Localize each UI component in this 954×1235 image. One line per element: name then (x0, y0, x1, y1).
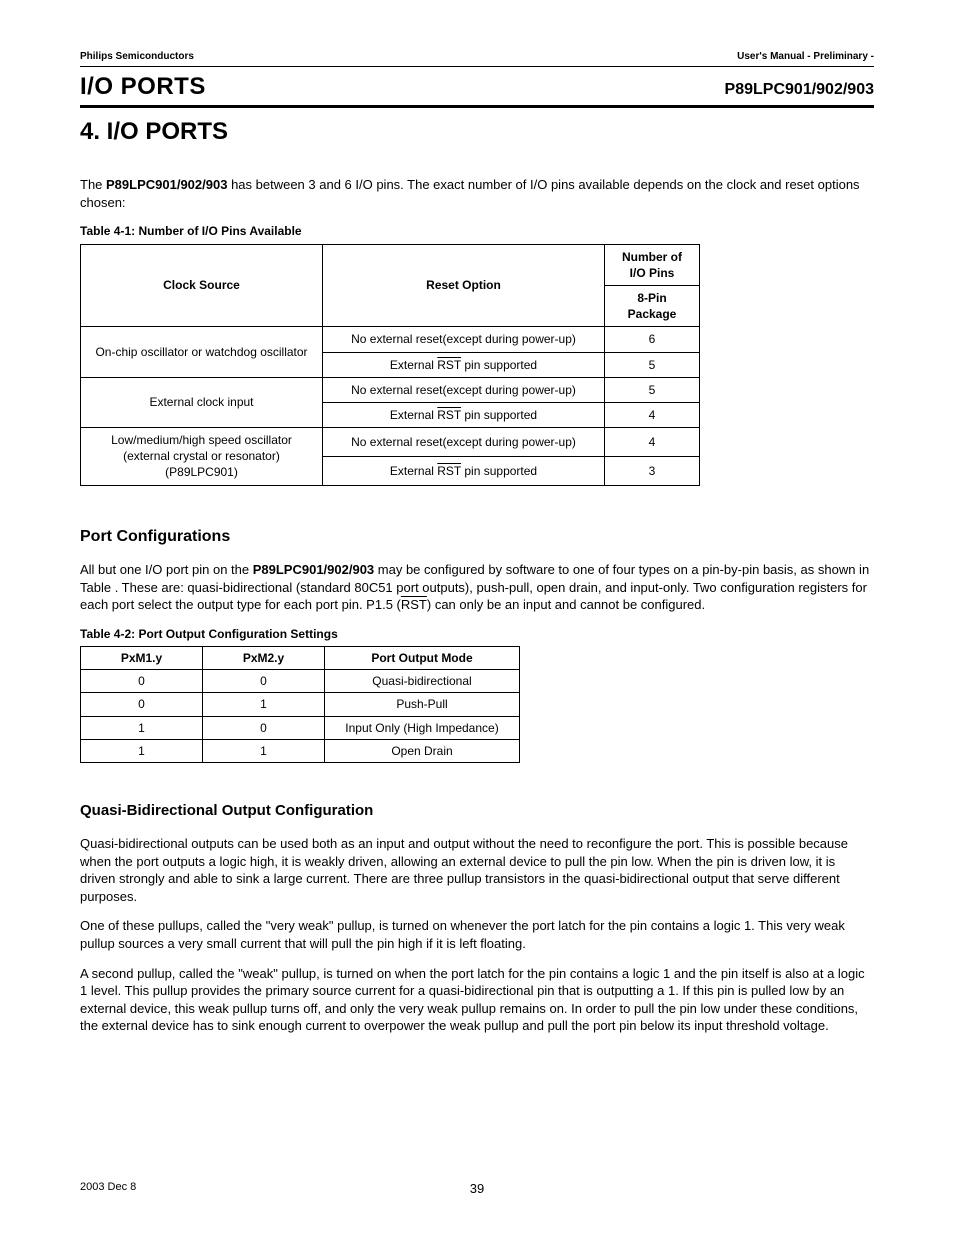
th-clock-source: Clock Source (81, 244, 323, 327)
td-reset-1a: No external reset(except during power-up… (323, 327, 605, 352)
table-2-caption: Table 4-2: Port Output Configuration Set… (80, 626, 874, 642)
table-1-caption: Table 4-1: Number of I/O Pins Available (80, 223, 874, 239)
running-header: Philips Semiconductors User's Manual - P… (80, 50, 874, 64)
table-1: Clock Source Reset Option Number of I/O … (80, 244, 700, 486)
td-reset-2a: No external reset(except during power-up… (323, 377, 605, 402)
td-pins-2a: 5 (605, 377, 700, 402)
header-rule (80, 66, 874, 67)
th-num-io: Number of I/O Pins (605, 244, 700, 285)
chapter-title: 4. I/O PORTS (80, 116, 874, 148)
quasi-p1: Quasi-bidirectional outputs can be used … (80, 835, 874, 905)
section-title: I/O PORTS (80, 71, 206, 103)
header-company: Philips Semiconductors (80, 50, 194, 64)
quasi-p3: A second pullup, called the "weak" pullu… (80, 965, 874, 1035)
td-reset-1b: External RST pin supported (323, 352, 605, 377)
table-row: 0 1 Push-Pull (81, 693, 520, 716)
td-reset-3a: No external reset(except during power-up… (323, 428, 605, 457)
port-config-paragraph: All but one I/O port pin on the P89LPC90… (80, 561, 874, 614)
port-config-heading: Port Configurations (80, 526, 874, 548)
th-pxm1: PxM1.y (81, 647, 203, 670)
td-clock-2: External clock input (81, 377, 323, 427)
section-header: I/O PORTS P89LPC901/902/903 (80, 71, 874, 103)
part-ref: P89LPC901/902/903 (106, 177, 227, 192)
table-row: 1 1 Open Drain (81, 739, 520, 762)
quasi-heading: Quasi-Bidirectional Output Configuration (80, 801, 874, 821)
td-pins-1b: 5 (605, 352, 700, 377)
td-pins-2b: 4 (605, 402, 700, 427)
td-pins-3b: 3 (605, 456, 700, 485)
td-clock-3: Low/medium/high speed oscillator (extern… (81, 428, 323, 486)
th-output-mode: Port Output Mode (325, 647, 520, 670)
td-clock-1: On-chip oscillator or watchdog oscillato… (81, 327, 323, 377)
th-pxm2: PxM2.y (203, 647, 325, 670)
table-row: 1 0 Input Only (High Impedance) (81, 716, 520, 739)
table-row: 0 0 Quasi-bidirectional (81, 670, 520, 693)
quasi-p2: One of these pullups, called the "very w… (80, 917, 874, 952)
page-footer: 2003 Dec 8 39 (80, 1180, 874, 1195)
th-reset-option: Reset Option (323, 244, 605, 327)
intro-paragraph: The P89LPC901/902/903 has between 3 and … (80, 176, 874, 211)
td-pins-3a: 4 (605, 428, 700, 457)
td-pins-1a: 6 (605, 327, 700, 352)
table-2: PxM1.y PxM2.y Port Output Mode 0 0 Quasi… (80, 646, 520, 763)
footer-date: 2003 Dec 8 (80, 1180, 136, 1195)
part-ref-2: P89LPC901/902/903 (253, 562, 374, 577)
th-package: 8-Pin Package (605, 285, 700, 326)
part-number: P89LPC901/902/903 (725, 79, 874, 101)
section-rule (80, 105, 874, 108)
page-number: 39 (470, 1180, 484, 1198)
header-doc-type: User's Manual - Preliminary - (737, 50, 874, 64)
td-reset-2b: External RST pin supported (323, 402, 605, 427)
td-reset-3b: External RST pin supported (323, 456, 605, 485)
